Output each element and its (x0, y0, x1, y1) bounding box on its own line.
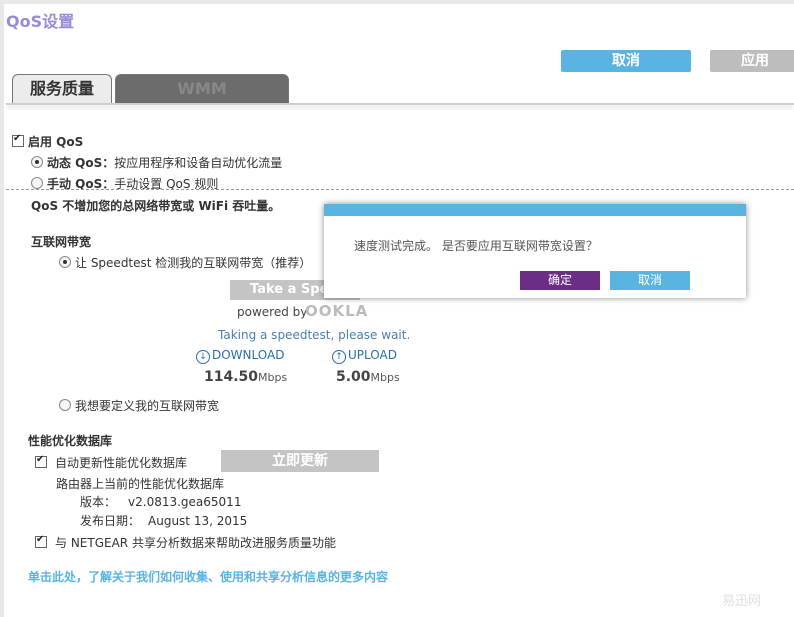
speedtest-complete-dialog: 速度测试完成。 是否要应用互联网带宽设置？ 确定 取消 (324, 204, 746, 298)
version-row: 版本： v2.0813.gea65011 (80, 493, 241, 510)
custom-bandwidth-radio[interactable] (59, 399, 71, 411)
cancel-button[interactable]: 取消 (561, 50, 691, 72)
upload-unit: Mbps (370, 371, 400, 384)
dialog-title-bar (324, 204, 746, 216)
dialog-cancel-button[interactable]: 取消 (610, 271, 690, 290)
auto-update-row: 自动更新性能优化数据库 (35, 454, 187, 471)
arrow-up-circle-icon: ↑ (332, 350, 346, 364)
custom-bandwidth-label: 我想要定义我的互联网带宽 (75, 399, 220, 413)
upload-label: UPLOAD (348, 348, 397, 362)
download-label: DOWNLOAD (212, 348, 285, 362)
dynamic-qos-radio[interactable] (31, 156, 43, 168)
release-date-label: 发布日期： (80, 514, 141, 528)
database-heading: 性能优化数据库 (28, 434, 113, 448)
dialog-message: 速度测试完成。 是否要应用互联网带宽设置？ (354, 239, 598, 253)
qos-note: QoS 不增加您的总网络带宽或 WiFi 吞吐量。 (31, 199, 281, 213)
dynamic-qos-desc: 按应用程序和设备自动优化流量 (114, 156, 283, 170)
custom-bandwidth-row: 我想要定义我的互联网带宽 (59, 397, 219, 414)
speedtest-status: Taking a speedtest, please wait. (218, 328, 411, 342)
powered-by-label: powered by (237, 305, 308, 319)
version-label: 版本： (80, 495, 117, 509)
download-unit: Mbps (258, 371, 288, 384)
top-border (0, 0, 794, 4)
left-border (0, 0, 4, 617)
share-analytics-checkbox[interactable] (35, 534, 47, 548)
dynamic-qos-label: 动态 QoS： (47, 156, 115, 170)
release-date-value: August 13, 2015 (148, 514, 248, 528)
auto-update-label: 自动更新性能优化数据库 (55, 456, 188, 470)
speedtest-option-row: 让 Speedtest 检测我的互联网带宽（推荐） (59, 254, 311, 271)
upload-speed: 5.00Mbps (336, 369, 400, 385)
release-date-row: 发布日期： August 13, 2015 (80, 512, 247, 529)
download-label-group: ↓ DOWNLOAD (196, 348, 284, 364)
version-value: v2.0813.gea65011 (128, 495, 242, 509)
enable-qos-checkbox[interactable] (12, 133, 24, 147)
speedtest-option-label: 让 Speedtest 检测我的互联网带宽（推荐） (75, 256, 312, 270)
share-analytics-label: 与 NETGEAR 共享分析数据来帮助改进服务质量功能 (55, 536, 336, 550)
dotted-divider (6, 189, 794, 190)
arrow-down-circle-icon: ↓ (196, 350, 210, 364)
auto-update-checkbox[interactable] (35, 454, 47, 468)
enable-qos-label: 启用 QoS (28, 135, 84, 149)
dialog-ok-button[interactable]: 确定 (520, 271, 600, 290)
download-value: 114.50 (204, 369, 259, 385)
page-title: QoS设置 (6, 12, 75, 31)
upload-label-group: ↑ UPLOAD (332, 348, 397, 364)
upload-value: 5.00 (336, 369, 371, 385)
tab-wmm[interactable]: WMM (115, 74, 289, 105)
ookla-logo: OOKLA (305, 302, 369, 320)
analytics-info-link[interactable]: 单击此处，了解关于我们如何收集、使用和共享分析信息的更多内容 (28, 568, 388, 585)
tab-qos[interactable]: 服务质量 (12, 74, 112, 105)
apply-button[interactable]: 应用 (710, 50, 794, 72)
enable-qos-row: 启用 QoS (12, 133, 83, 150)
manual-qos-radio[interactable] (31, 177, 43, 189)
download-speed: 114.50Mbps (204, 369, 287, 385)
dynamic-qos-row: 动态 QoS：按应用程序和设备自动优化流量 (31, 154, 282, 171)
tab-underline (6, 103, 794, 105)
bandwidth-heading: 互联网带宽 (31, 235, 92, 249)
watermark: 易迅网 (722, 594, 762, 609)
current-db-label: 路由器上当前的性能优化数据库 (56, 477, 225, 491)
share-analytics-row: 与 NETGEAR 共享分析数据来帮助改进服务质量功能 (35, 534, 336, 551)
speedtest-radio[interactable] (59, 256, 71, 268)
update-now-button[interactable]: 立即更新 (221, 450, 379, 472)
